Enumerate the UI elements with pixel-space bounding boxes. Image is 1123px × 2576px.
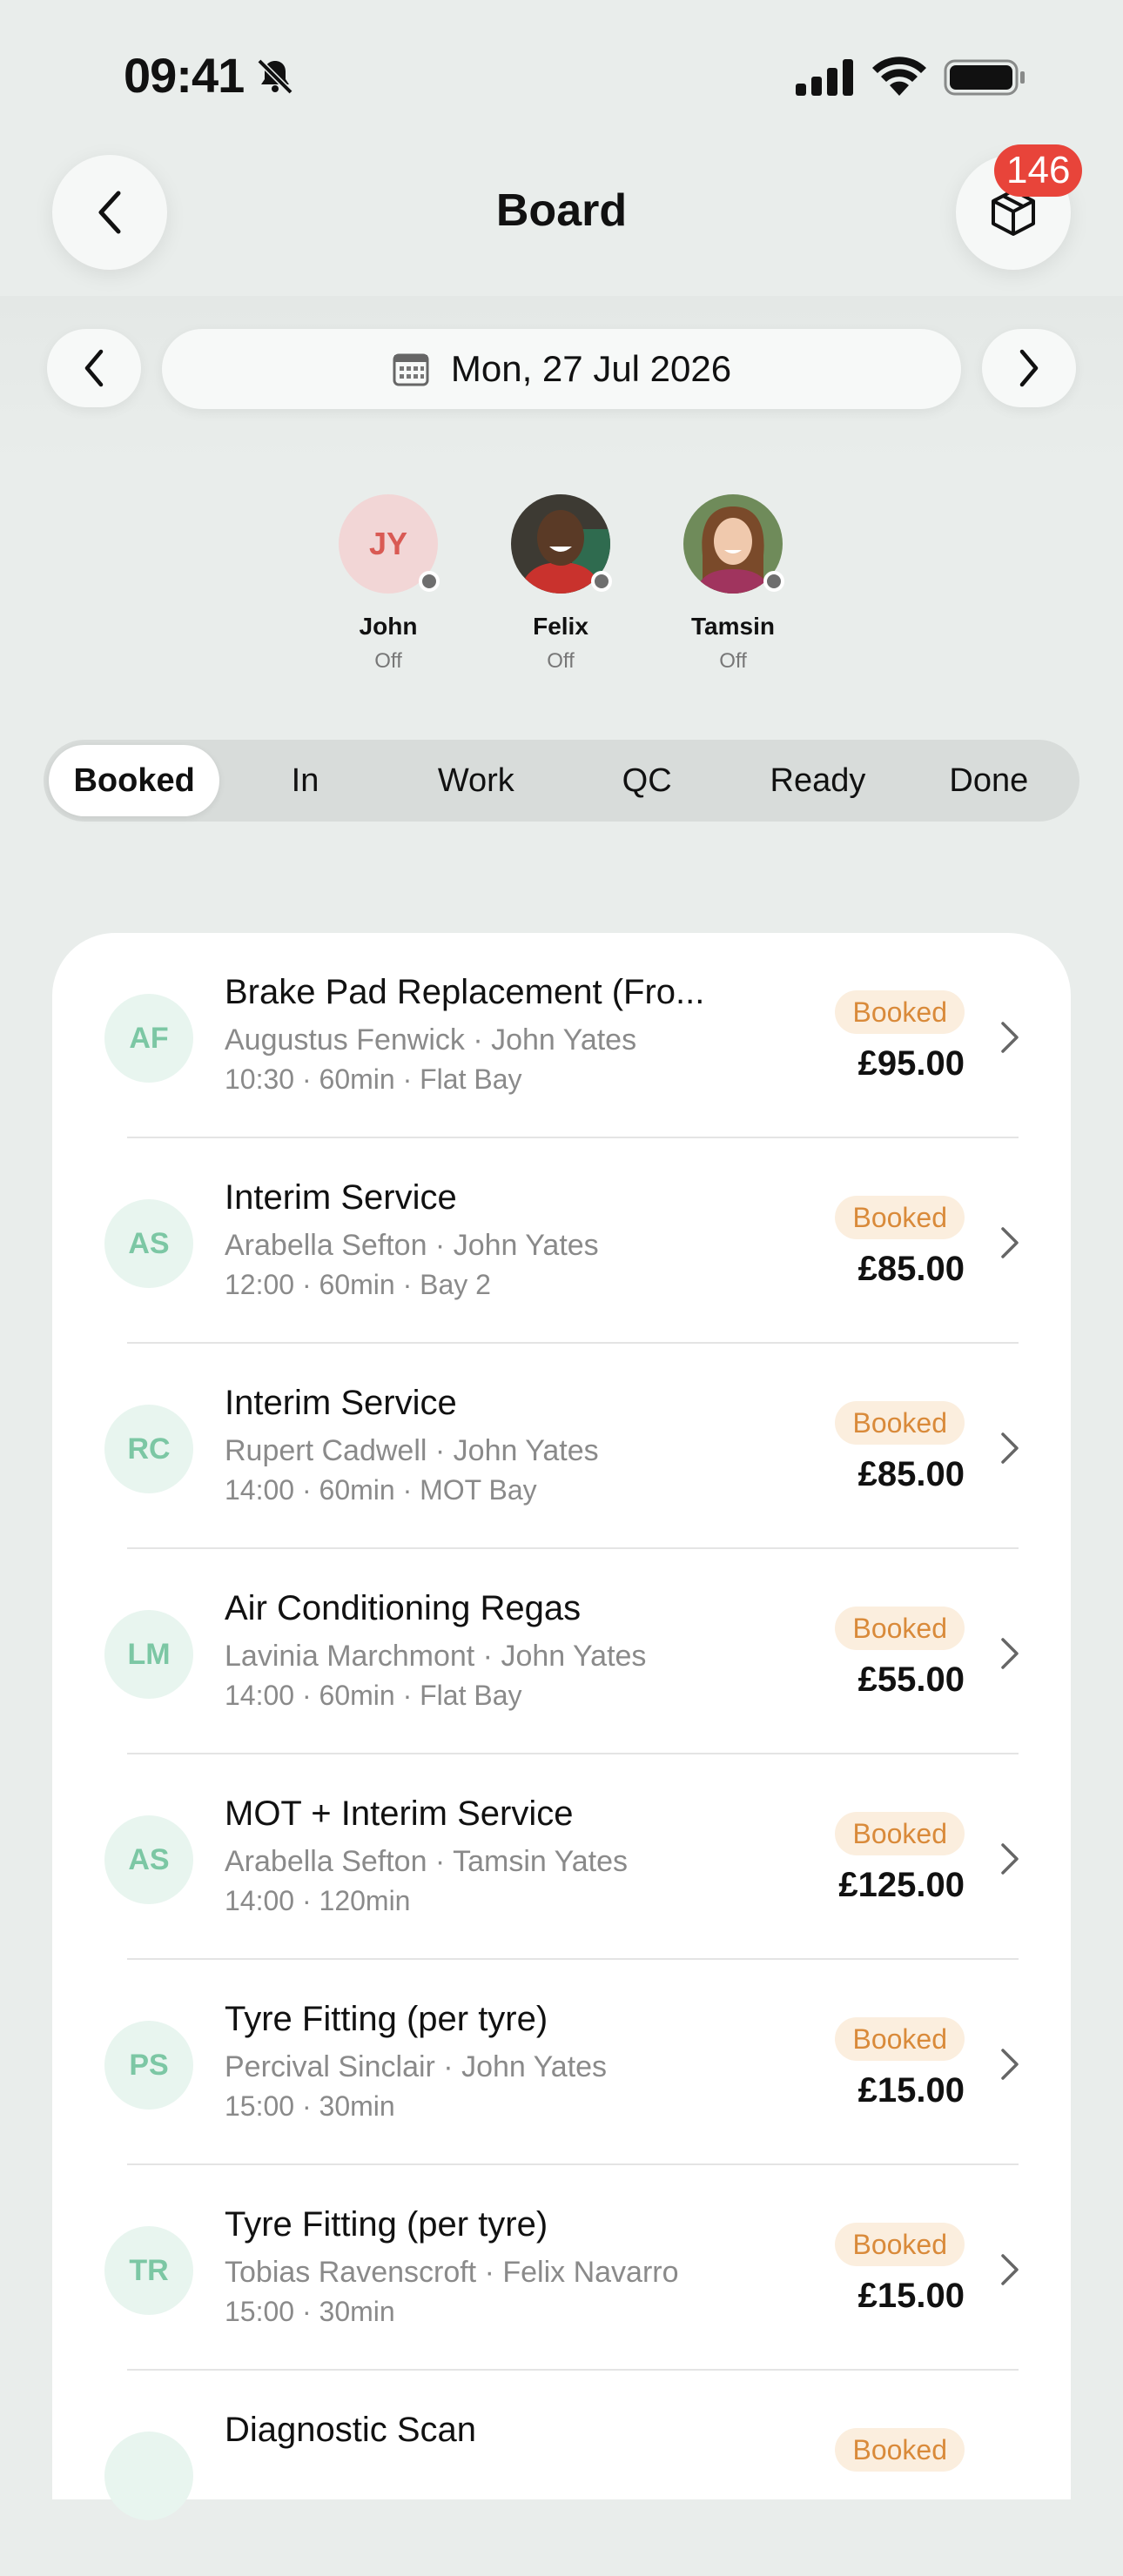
job-title: Tyre Fitting (per tyre)	[225, 2205, 548, 2244]
job-row[interactable]: PS Tyre Fitting (per tyre) Percival Sinc…	[52, 1960, 1071, 2165]
staff-status: Off	[719, 649, 747, 673]
status-tabs: Booked In Work QC Ready Done	[44, 740, 1079, 822]
status-badge: Booked	[835, 2428, 965, 2472]
job-row[interactable]: AF Brake Pad Replacement (Fro... Augustu…	[52, 933, 1071, 1138]
job-row[interactable]: LM Air Conditioning Regas Lavinia Marchm…	[52, 1549, 1071, 1754]
job-price: £125.00	[838, 1866, 965, 1904]
job-title: Interim Service	[225, 1384, 457, 1422]
tab-done[interactable]: Done	[904, 745, 1074, 816]
page-title: Board	[495, 185, 628, 236]
date-picker-button[interactable]: Mon, 27 Jul 2026	[162, 329, 961, 409]
staff-name: John	[359, 613, 418, 640]
next-day-button[interactable]	[982, 329, 1076, 407]
job-customer: Augustus Fenwick · John Yates	[225, 1023, 637, 1057]
customer-avatar: LM	[104, 1610, 193, 1699]
staff-status: Off	[374, 649, 402, 673]
job-price: £15.00	[857, 2071, 965, 2110]
job-meta: 14:00 · 60min · Flat Bay	[225, 1680, 522, 1711]
job-price: £85.00	[857, 1455, 965, 1493]
job-title: Interim Service	[225, 1178, 457, 1217]
chevron-right-icon	[1001, 1843, 1019, 1875]
job-customer: Tobias Ravenscroft · Felix Navarro	[225, 2256, 679, 2289]
customer-avatar: AS	[104, 1199, 193, 1288]
staff-felix[interactable]: Felix Off	[474, 494, 648, 674]
job-title: MOT + Interim Service	[225, 1794, 574, 1833]
staff-tamsin[interactable]: Tamsin Off	[646, 494, 820, 674]
job-price: £85.00	[857, 1250, 965, 1288]
job-row[interactable]: TR Tyre Fitting (per tyre) Tobias Ravens…	[52, 2165, 1071, 2371]
status-badge: Booked	[835, 1812, 965, 1855]
staff-john[interactable]: JY John Off	[301, 494, 475, 674]
selected-date: Mon, 27 Jul 2026	[450, 348, 732, 389]
chevron-left-icon	[84, 349, 104, 387]
battery-icon	[944, 59, 1025, 96]
cellular-signal-icon	[796, 59, 853, 96]
chevron-right-icon	[1001, 2254, 1019, 2285]
job-meta: 15:00 · 30min	[225, 2090, 395, 2122]
staff-name: Felix	[533, 613, 588, 640]
staff-status: Off	[547, 649, 575, 673]
job-customer: Rupert Cadwell · John Yates	[225, 1434, 599, 1467]
job-title: Air Conditioning Regas	[225, 1589, 582, 1627]
customer-avatar: AF	[104, 994, 193, 1083]
job-meta: 14:00 · 60min · MOT Bay	[225, 1474, 537, 1506]
chevron-right-icon	[1019, 349, 1039, 387]
status-badge: Booked	[835, 1196, 965, 1239]
status-badge: Booked	[835, 2223, 965, 2266]
customer-avatar	[104, 2432, 193, 2520]
job-title: Tyre Fitting (per tyre)	[225, 2000, 548, 2038]
bell-muted-icon	[257, 58, 293, 95]
job-row[interactable]: RC Interim Service Rupert Cadwell · John…	[52, 1344, 1071, 1549]
job-title: Brake Pad Replacement (Fro...	[225, 973, 705, 1011]
job-meta: 12:00 · 60min · Bay 2	[225, 1269, 491, 1300]
job-meta: 14:00 · 120min	[225, 1885, 411, 1916]
job-price: £15.00	[857, 2277, 965, 2315]
status-dot	[419, 571, 440, 592]
wifi-icon	[872, 57, 926, 96]
job-customer: Arabella Sefton · Tamsin Yates	[225, 1845, 629, 1878]
job-row[interactable]: AS Interim Service Arabella Sefton · Joh…	[52, 1138, 1071, 1344]
chevron-right-icon	[1001, 1638, 1019, 1669]
customer-avatar: RC	[104, 1405, 193, 1493]
notification-badge: 146	[994, 144, 1083, 197]
customer-avatar: AS	[104, 1815, 193, 1904]
status-badge: Booked	[835, 990, 965, 1034]
previous-day-button[interactable]	[47, 329, 141, 407]
job-row[interactable]: Diagnostic Scan Booked	[52, 2371, 1071, 2576]
chevron-right-icon	[1001, 1227, 1019, 1258]
job-list: AF Brake Pad Replacement (Fro... Augustu…	[52, 933, 1071, 2520]
status-badge: Booked	[835, 1401, 965, 1445]
job-title: Diagnostic Scan	[225, 2411, 477, 2449]
job-meta: 10:30 · 60min · Flat Bay	[225, 1063, 522, 1095]
calendar-icon	[393, 353, 429, 386]
job-price: £95.00	[857, 1044, 965, 1083]
job-customer: Percival Sinclair · John Yates	[225, 2050, 608, 2083]
status-time: 09:41	[124, 48, 245, 103]
status-badge: Booked	[835, 2017, 965, 2061]
chevron-right-icon	[1001, 2049, 1019, 2080]
job-meta: 15:00 · 30min	[225, 2296, 395, 2327]
status-dot	[763, 571, 784, 592]
tab-work[interactable]: Work	[391, 745, 562, 816]
job-price: £55.00	[857, 1660, 965, 1699]
tab-booked[interactable]: Booked	[49, 745, 220, 816]
customer-avatar: PS	[104, 2021, 193, 2110]
chevron-right-icon	[1001, 1432, 1019, 1464]
status-dot	[591, 571, 612, 592]
tab-in[interactable]: In	[219, 745, 390, 816]
tab-ready[interactable]: Ready	[732, 745, 903, 816]
customer-avatar: TR	[104, 2226, 193, 2315]
staff-name: Tamsin	[691, 613, 775, 640]
job-row[interactable]: AS MOT + Interim Service Arabella Sefton…	[52, 1754, 1071, 1960]
tab-qc[interactable]: QC	[562, 745, 732, 816]
job-customer: Arabella Sefton · John Yates	[225, 1229, 599, 1262]
job-customer: Lavinia Marchmont · John Yates	[225, 1640, 647, 1673]
status-badge: Booked	[835, 1607, 965, 1650]
chevron-right-icon	[1001, 1022, 1019, 1053]
